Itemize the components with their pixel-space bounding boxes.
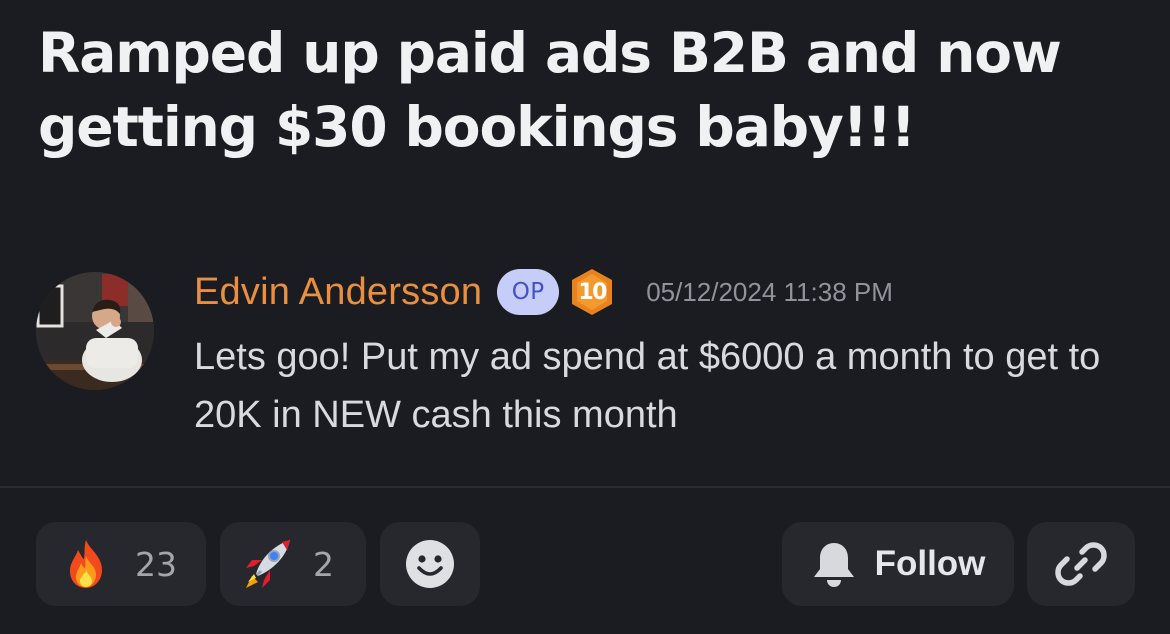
message-text: Lets goo! Put my ad spend at $6000 a mon…: [194, 336, 1101, 436]
bell-icon: [813, 543, 854, 587]
avatar-photo: [36, 272, 154, 390]
copy-link-button[interactable]: [1027, 522, 1135, 606]
reaction-fire[interactable]: 23: [36, 522, 206, 606]
add-reaction-button[interactable]: [380, 522, 480, 606]
divider: [0, 486, 1170, 488]
smiley-icon: [406, 540, 454, 588]
level-badge: 10: [569, 267, 615, 317]
message-header: Edvin Andersson OP 10 05/12/2024 11:38 P…: [194, 264, 893, 320]
author-name[interactable]: Edvin Andersson: [194, 271, 482, 314]
fire-emoji-icon: [64, 538, 108, 590]
link-icon: [1055, 542, 1107, 586]
reaction-rocket[interactable]: 2: [220, 522, 366, 606]
post-title: Ramped up paid ads B2B and now getting $…: [38, 21, 1062, 159]
level-number: 10: [578, 279, 607, 305]
avatar[interactable]: [36, 272, 154, 390]
rocket-emoji-icon: [242, 538, 290, 590]
timestamp: 05/12/2024 11:38 PM: [646, 276, 893, 307]
reaction-count: 23: [135, 544, 177, 584]
op-badge: OP: [497, 269, 560, 315]
follow-button[interactable]: Follow: [782, 522, 1014, 606]
follow-label: Follow: [874, 544, 986, 583]
reaction-count: 2: [313, 544, 334, 584]
